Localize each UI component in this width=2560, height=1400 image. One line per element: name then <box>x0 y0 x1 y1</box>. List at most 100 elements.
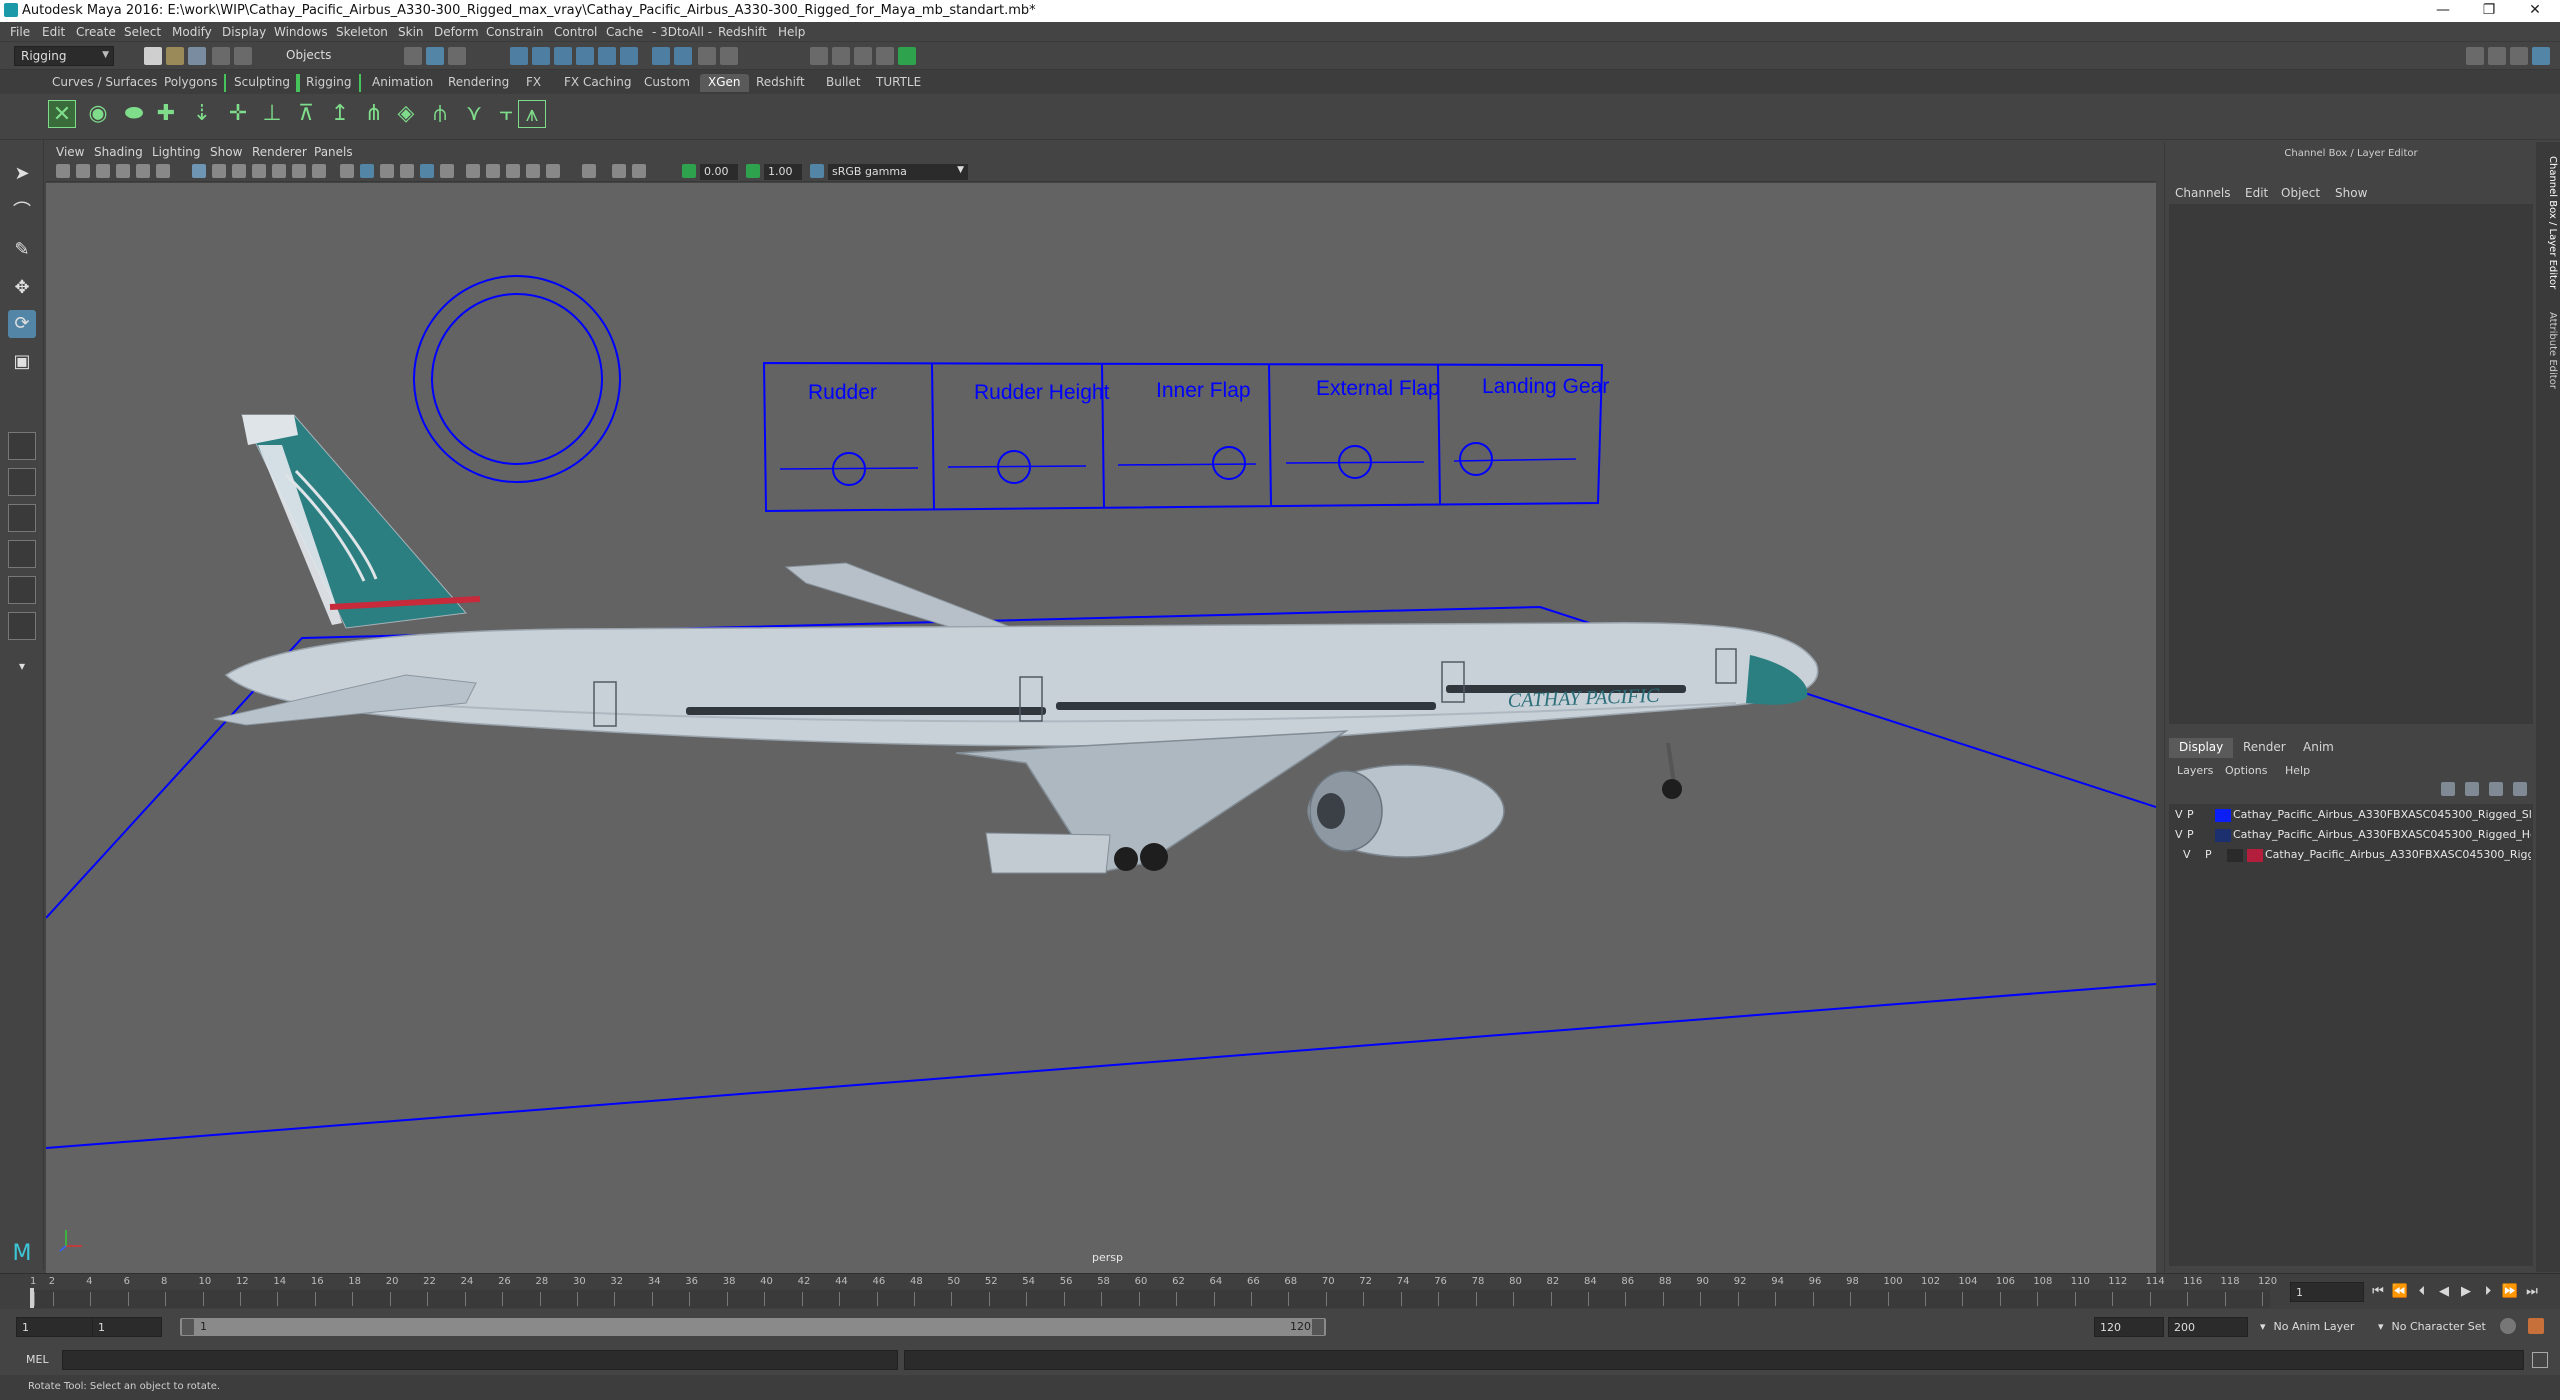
step-back-frame-icon[interactable]: ⏴ <box>2412 1282 2432 1302</box>
time-slider-track[interactable] <box>30 1290 2270 1308</box>
command-language-label[interactable]: MEL <box>26 1353 49 1366</box>
safe-title-icon[interactable] <box>312 164 326 178</box>
four-view-layout-icon[interactable] <box>8 468 36 496</box>
side-tab-channel-box[interactable]: Channel Box / Layer Editor <box>2538 156 2558 289</box>
layer-visibility-toggle[interactable]: V <box>2175 828 2183 841</box>
exposure-icon[interactable] <box>682 164 696 178</box>
xgen-primitives-icon[interactable]: ⬬ <box>120 100 148 128</box>
move-layer-down-icon[interactable] <box>2465 782 2479 796</box>
menu-select[interactable]: Select <box>124 25 161 39</box>
range-start-handle[interactable] <box>182 1319 194 1335</box>
layer-color-swatch[interactable] <box>2215 809 2231 822</box>
gate-mask-icon[interactable] <box>252 164 266 178</box>
shelf-tab-bullet[interactable]: Bullet <box>818 74 869 92</box>
undo-icon[interactable] <box>212 47 230 65</box>
range-end-handle[interactable] <box>1312 1319 1324 1335</box>
hypershade-icon[interactable] <box>898 47 916 65</box>
xray-joints-icon[interactable] <box>486 164 500 178</box>
rotate-tool-icon[interactable]: ⟳ <box>8 310 36 338</box>
step-forward-key-icon[interactable]: ⏩ <box>2500 1282 2520 1302</box>
input-output-icon[interactable] <box>674 47 692 65</box>
select-by-object-icon[interactable] <box>426 47 444 65</box>
snap-point-icon[interactable] <box>554 47 572 65</box>
shelf-tab-redshift[interactable]: Redshift <box>748 74 813 92</box>
layer-name[interactable]: Cathay_Pacific_Airbus_A330FBXASC045300_R… <box>2233 828 2531 841</box>
image-plane-icon[interactable] <box>116 164 130 178</box>
menu-file[interactable]: File <box>10 25 30 39</box>
menu-redshift[interactable]: Redshift <box>718 25 767 39</box>
viewport-2-icon[interactable] <box>632 164 646 178</box>
command-input[interactable] <box>62 1350 898 1370</box>
menu-cache[interactable]: Cache <box>606 25 643 39</box>
snap-grid-icon[interactable] <box>510 47 528 65</box>
shelf-tab-sculpting[interactable]: Sculpting <box>224 74 301 92</box>
cb-menu-channels[interactable]: Channels <box>2175 186 2231 200</box>
go-to-end-icon[interactable]: ⏭ <box>2522 1282 2542 1302</box>
playback-end-field[interactable]: 120 <box>2094 1317 2164 1337</box>
sculpt-guides-icon[interactable]: ✛ <box>224 100 252 128</box>
slider-handle-inner-flap[interactable] <box>1212 446 1246 480</box>
xray-icon[interactable] <box>466 164 480 178</box>
anti-aliasing-icon[interactable] <box>546 164 560 178</box>
grid-icon[interactable] <box>192 164 206 178</box>
guide-bend-icon[interactable]: ↥ <box>326 100 354 128</box>
construction-history-icon[interactable] <box>720 47 738 65</box>
guide-length-icon[interactable]: ⊥ <box>258 100 286 128</box>
select-camera-icon[interactable] <box>56 164 70 178</box>
motion-blur-icon[interactable] <box>526 164 540 178</box>
cb-menu-show[interactable]: Show <box>2335 186 2367 200</box>
select-by-hierarchy-icon[interactable] <box>404 47 422 65</box>
range-slider-bar[interactable] <box>180 1318 1326 1336</box>
layer-menu-help[interactable]: Help <box>2285 764 2310 777</box>
resolution-gate-icon[interactable] <box>232 164 246 178</box>
menu-skin[interactable]: Skin <box>398 25 424 39</box>
attribute-editor-toggle-icon[interactable] <box>2510 47 2528 65</box>
layer-tab-anim[interactable]: Anim <box>2293 738 2344 758</box>
new-scene-icon[interactable] <box>144 47 162 65</box>
shelf-tab-animation[interactable]: Animation <box>364 74 441 92</box>
layer-playback-toggle[interactable]: P <box>2187 808 2194 821</box>
new-layer-from-selected-icon[interactable] <box>2513 782 2527 796</box>
side-tab-attribute-editor[interactable]: Attribute Editor <box>2538 312 2558 389</box>
select-by-component-icon[interactable] <box>448 47 466 65</box>
2d-pan-zoom-icon[interactable] <box>136 164 150 178</box>
textured-icon[interactable] <box>400 164 414 178</box>
anim-layer-dropdown[interactable]: ▾ No Anim Layer <box>2260 1320 2354 1333</box>
layer-tab-render[interactable]: Render <box>2233 738 2296 758</box>
vp-menu-renderer[interactable]: Renderer <box>252 145 307 159</box>
menu-skeleton[interactable]: Skeleton <box>336 25 388 39</box>
play-forwards-icon[interactable]: ▶ <box>2456 1282 2476 1302</box>
shelf-tab-turtle[interactable]: TURTLE <box>868 74 929 92</box>
snap-projected-center-icon[interactable] <box>576 47 594 65</box>
menu-windows[interactable]: Windows <box>274 25 328 39</box>
groom-comb-icon[interactable]: ⫟ <box>492 100 520 128</box>
xgen-editor-icon[interactable]: ✕ <box>48 100 76 128</box>
playback-start-field[interactable]: 1 <box>92 1317 162 1337</box>
save-scene-icon[interactable] <box>188 47 206 65</box>
main-circle-control[interactable] <box>413 275 621 483</box>
perspective-viewport[interactable]: Rudder Rudder Height Inner Flap External… <box>46 183 2156 1273</box>
vp-menu-shading[interactable]: Shading <box>94 145 143 159</box>
layer-row[interactable]: V P Cathay_Pacific_Airbus_A330FBXASC0453… <box>2169 826 2533 845</box>
channel-box-toggle-icon[interactable] <box>2532 47 2550 65</box>
shelf-tab-custom[interactable]: Custom <box>636 74 698 92</box>
shelf-tab-fx-caching[interactable]: FX Caching <box>556 74 639 92</box>
history-icon[interactable] <box>652 47 670 65</box>
groom-density-icon[interactable]: ⋎ <box>460 100 488 128</box>
shelf-tab-xgen[interactable]: XGen <box>700 74 749 92</box>
workspace-icon[interactable] <box>2466 47 2484 65</box>
exposure-field[interactable]: 0.00 <box>700 164 738 180</box>
play-backwards-icon[interactable]: ◀ <box>2434 1282 2454 1302</box>
layer-row[interactable]: V P Cathay_Pacific_Airbus_A330FBXASC0453… <box>2169 806 2533 825</box>
menu-constrain[interactable]: Constrain <box>486 25 544 39</box>
main-circle-control-inner[interactable] <box>431 293 603 465</box>
film-gate-icon[interactable] <box>212 164 226 178</box>
view-transform-dropdown[interactable]: sRGB gamma ▼ <box>828 164 968 180</box>
vp-menu-view[interactable]: View <box>56 145 84 159</box>
animation-start-field[interactable]: 1 <box>16 1317 96 1337</box>
layer-color-swatch[interactable] <box>2215 829 2231 842</box>
layer-name[interactable]: Cathay_Pacific_Airbus_A330FBXASC045300_R… <box>2265 848 2531 861</box>
layer-row[interactable]: V P Cathay_Pacific_Airbus_A330FBXASC0453… <box>2169 846 2533 865</box>
snap-curve-icon[interactable] <box>532 47 550 65</box>
make-live-icon[interactable] <box>620 47 638 65</box>
